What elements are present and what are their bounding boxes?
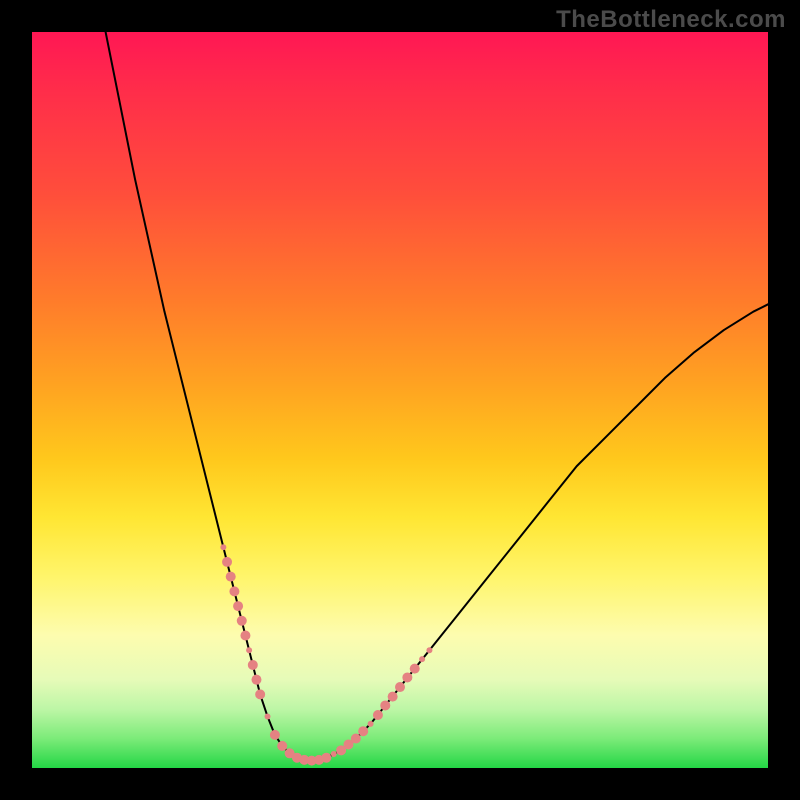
highlight-dot (351, 734, 361, 744)
highlight-dot (368, 721, 374, 727)
plot-area (32, 32, 768, 768)
highlight-dot (248, 660, 258, 670)
highlight-dot (237, 616, 247, 626)
highlight-dot (270, 730, 280, 740)
highlight-dot (240, 631, 250, 641)
highlight-dot (229, 586, 239, 596)
highlight-dot (380, 700, 390, 710)
highlight-dot (220, 544, 226, 550)
highlight-dot (395, 682, 405, 692)
highlight-dot (358, 726, 368, 736)
highlight-dot (246, 647, 252, 653)
chart-frame: TheBottleneck.com (0, 0, 800, 800)
highlight-dot (226, 572, 236, 582)
highlight-dot (277, 741, 287, 751)
highlight-dot (233, 601, 243, 611)
highlight-dot (373, 710, 383, 720)
highlight-dot (321, 753, 331, 763)
curve-svg (32, 32, 768, 768)
bottleneck-curve (106, 32, 768, 761)
highlight-dots (220, 544, 432, 765)
highlight-dot (331, 751, 337, 757)
highlight-dot (410, 664, 420, 674)
highlight-dot (402, 672, 412, 682)
highlight-dot (419, 656, 425, 662)
highlight-dot (222, 557, 232, 567)
highlight-dot (388, 692, 398, 702)
watermark-text: TheBottleneck.com (556, 6, 786, 34)
highlight-dot (255, 689, 265, 699)
highlight-dot (251, 675, 261, 685)
highlight-dot (426, 647, 432, 653)
highlight-dot (265, 713, 271, 719)
